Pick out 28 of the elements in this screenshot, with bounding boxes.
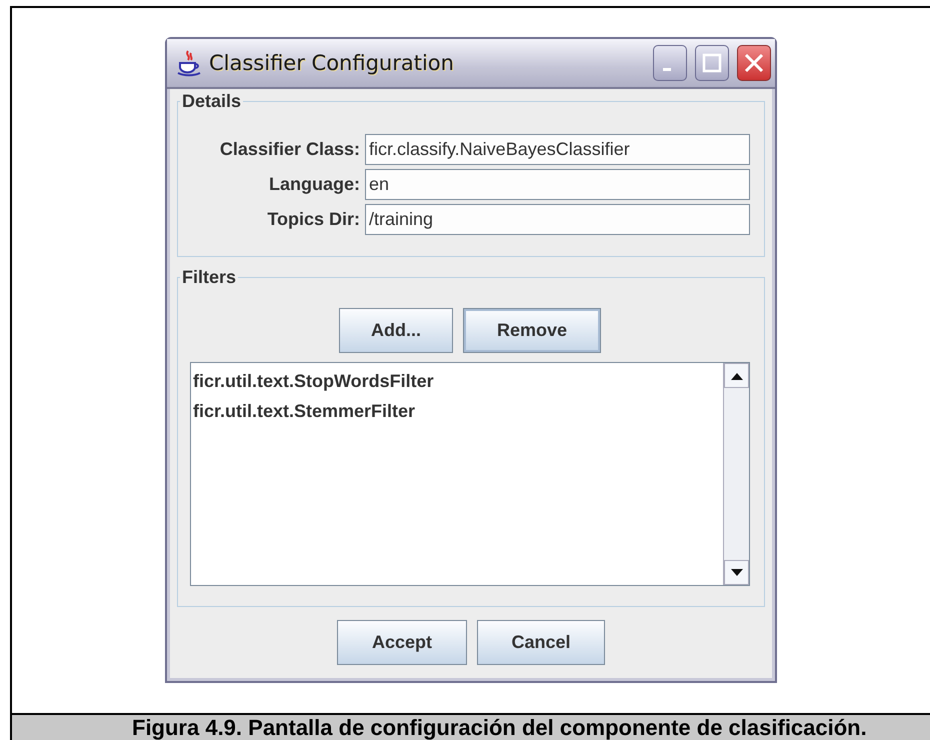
- panel-button[interactable]: Remove: [463, 308, 601, 353]
- dialog-button[interactable]: Accept: [337, 620, 467, 665]
- minimize-icon: [663, 68, 671, 70]
- text-field[interactable]: /training: [365, 204, 750, 235]
- group-title: Details: [181, 91, 242, 112]
- down-arrow-icon: [730, 568, 742, 576]
- dialog-button[interactable]: Cancel: [477, 620, 605, 665]
- field-label: Classifier Class:: [218, 139, 360, 160]
- coffee-cup-icon: [177, 49, 201, 77]
- close-icon: [743, 52, 765, 74]
- panel-button[interactable]: Add...: [339, 308, 453, 353]
- field-label: Language:: [268, 174, 360, 195]
- close-button[interactable]: [737, 45, 771, 81]
- list-item[interactable]: ficr.util.text.StemmerFilter: [193, 401, 723, 422]
- group-title: Filters: [181, 267, 238, 288]
- text-field[interactable]: en: [365, 169, 750, 200]
- window-title: Classifier Configuration: [209, 51, 455, 75]
- maximize-button[interactable]: [695, 45, 729, 81]
- text-field[interactable]: ficr.classify.NaiveBayesClassifier: [365, 134, 750, 165]
- maximize-icon: [702, 53, 722, 73]
- up-arrow-icon: [730, 372, 742, 380]
- scroll-up-button[interactable]: [724, 363, 749, 388]
- scrollbar[interactable]: [723, 363, 749, 585]
- figure-caption: Figura 4.9. Pantalla de configuración del componente de clasificación.: [12, 713, 930, 740]
- minimize-button[interactable]: [653, 45, 687, 81]
- field-label: Topics Dir:: [266, 209, 360, 230]
- list-item[interactable]: ficr.util.text.StopWordsFilter: [193, 371, 723, 392]
- scroll-down-button[interactable]: [724, 560, 749, 585]
